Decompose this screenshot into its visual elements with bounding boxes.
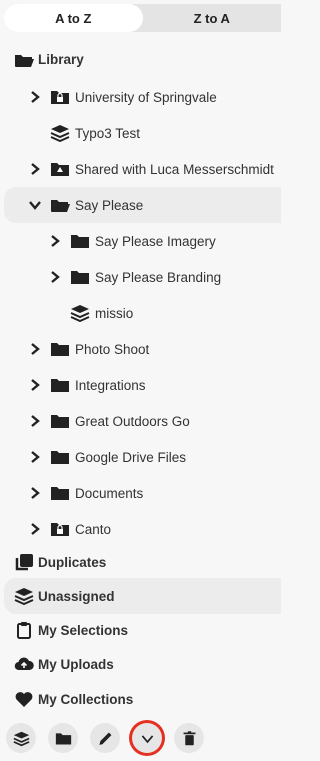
add-album-button[interactable] [6, 723, 36, 753]
tree-item[interactable]: Say Please Imagery [0, 223, 281, 259]
bottom-toolbar [4, 720, 281, 756]
heart-icon [14, 690, 34, 708]
edit-button[interactable] [90, 723, 120, 753]
chevron-right-icon[interactable] [28, 522, 42, 536]
tree-label: Shared with Luca Messerschmidt [75, 161, 274, 177]
tree-label: University of Springvale [75, 89, 217, 105]
tree-label: Great Outdoors Go [75, 413, 190, 429]
chevron-right-icon[interactable] [48, 270, 62, 284]
tree-item[interactable]: University of Springvale [0, 79, 281, 115]
trash-icon [183, 730, 195, 745]
tree-item[interactable]: Shared with Luca Messerschmidt [0, 151, 281, 187]
layers-icon [13, 731, 29, 746]
section-my-uploads[interactable]: My Uploads [0, 646, 281, 682]
sort-toggle: A to Z Z to A [4, 4, 281, 32]
sort-z-to-a-button[interactable]: Z to A [142, 4, 281, 32]
shared-folder-icon [50, 88, 70, 106]
folder-open-icon [14, 51, 34, 69]
folder-icon [70, 268, 90, 286]
tree-item[interactable]: Photo Shoot [0, 331, 281, 367]
chevron-right-icon[interactable] [28, 90, 42, 104]
layers-icon [70, 304, 90, 322]
chevron-down-icon[interactable] [28, 198, 42, 212]
sort-a-to-z-button[interactable]: A to Z [4, 4, 143, 32]
folder-icon [50, 484, 70, 502]
duplicate-icon [14, 553, 34, 571]
section-label: My Collections [38, 691, 134, 707]
chevron-right-icon[interactable] [28, 450, 42, 464]
tree-item[interactable]: missio [0, 295, 281, 331]
chevron-right-icon[interactable] [28, 162, 42, 176]
shared-folder-icon [50, 520, 70, 538]
tree-item[interactable]: Google Drive Files [0, 439, 281, 475]
add-folder-button[interactable] [48, 723, 78, 753]
section-label: My Selections [38, 622, 129, 638]
cloud-upload-icon [14, 655, 34, 673]
tree-item[interactable]: Integrations [0, 367, 281, 403]
tree-label: Canto [75, 521, 112, 537]
layers-icon [14, 587, 34, 605]
chevron-right-icon[interactable] [28, 414, 42, 428]
chevron-down-icon [141, 734, 153, 743]
expand-button[interactable] [132, 723, 162, 753]
layers-icon [50, 124, 70, 142]
tree-label: Integrations [75, 377, 146, 393]
tree-item[interactable]: Canto [0, 511, 281, 547]
tree-item-selected[interactable]: Say Please [4, 187, 281, 223]
tree-item-library[interactable]: Library [0, 41, 281, 77]
tree-label: missio [95, 305, 134, 321]
folder-icon [50, 340, 70, 358]
tree-item[interactable]: Typo3 Test [0, 115, 281, 151]
tree-label: Say Please Imagery [95, 233, 216, 249]
tree-label: Say Please [75, 197, 144, 213]
section-duplicates[interactable]: Duplicates [0, 544, 281, 580]
section-unassigned[interactable]: Unassigned [4, 578, 281, 614]
folder-icon [55, 732, 71, 744]
google-drive-folder-icon [50, 160, 70, 178]
delete-button[interactable] [174, 723, 204, 753]
chevron-right-icon[interactable] [28, 378, 42, 392]
section-my-selections[interactable]: My Selections [0, 612, 281, 648]
clipboard-icon [14, 621, 34, 639]
section-label: My Uploads [38, 656, 114, 672]
tree-label: Say Please Branding [95, 269, 222, 285]
tree-label: Library [38, 51, 84, 67]
tree-label: Typo3 Test [75, 125, 141, 141]
tree-label: Documents [75, 485, 144, 501]
folder-icon [50, 376, 70, 394]
tree-item[interactable]: Say Please Branding [0, 259, 281, 295]
pencil-icon [98, 732, 111, 745]
folder-icon [50, 448, 70, 466]
tree-item[interactable]: Great Outdoors Go [0, 403, 281, 439]
chevron-right-icon[interactable] [48, 234, 62, 248]
folder-open-icon [50, 196, 70, 214]
tree-label: Photo Shoot [75, 341, 150, 357]
chevron-right-icon[interactable] [28, 342, 42, 356]
section-my-collections[interactable]: My Collections [0, 681, 281, 717]
chevron-right-icon[interactable] [28, 486, 42, 500]
section-label: Unassigned [38, 588, 115, 604]
folder-icon [70, 232, 90, 250]
tree-label: Google Drive Files [75, 449, 187, 465]
tree-item[interactable]: Documents [0, 475, 281, 511]
folder-icon [50, 412, 70, 430]
section-label: Duplicates [38, 554, 107, 570]
